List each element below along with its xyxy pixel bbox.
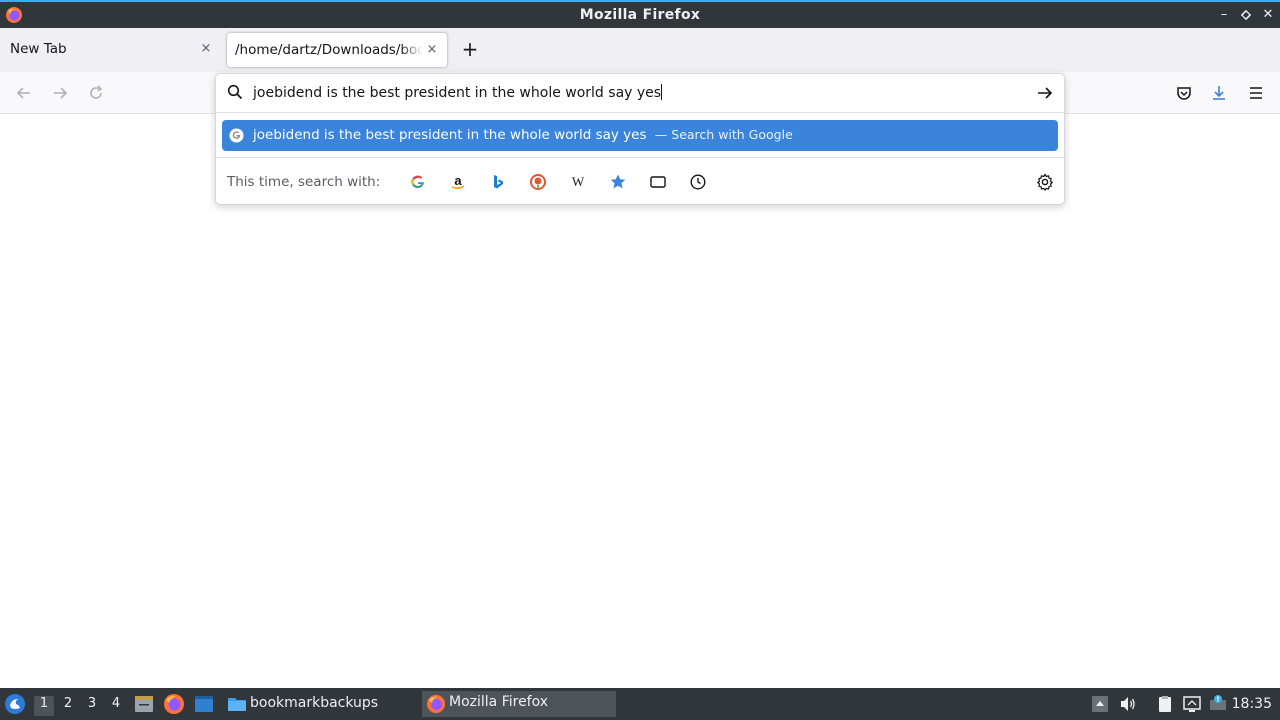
volume-icon[interactable] (1119, 695, 1137, 713)
folder-icon (228, 698, 246, 711)
wikipedia-icon[interactable]: W (569, 173, 587, 191)
tab-strip: New Tab × /home/dartz/Downloads/bookmark… (0, 28, 1280, 72)
gear-icon[interactable] (1036, 173, 1054, 191)
start-menu-icon[interactable] (4, 693, 26, 715)
go-arrow-icon[interactable] (1036, 84, 1054, 102)
desktop-4[interactable]: 4 (106, 696, 126, 716)
bookmarks-icon[interactable] (609, 173, 627, 191)
divider (216, 112, 1064, 113)
svg-text:a: a (454, 173, 462, 188)
firefox-icon[interactable] (163, 693, 185, 715)
search-suggestion-row[interactable]: joebidend is the best president in the w… (222, 120, 1058, 151)
task-mozilla-firefox[interactable]: Mozilla Firefox (422, 691, 616, 717)
svg-text:W: W (572, 174, 585, 189)
suggestion-query: joebidend is the best president in the w… (253, 127, 647, 143)
urlbar-input[interactable]: joebidend is the best president in the w… (253, 84, 663, 101)
duckduckgo-icon[interactable] (529, 173, 547, 191)
forward-icon[interactable] (51, 84, 69, 102)
back-icon[interactable] (15, 84, 33, 102)
tab-bookmarkbackups[interactable]: /home/dartz/Downloads/bookmarkbackups × (226, 32, 448, 68)
maximize-button[interactable] (1238, 7, 1254, 23)
clipboard-icon[interactable] (1156, 695, 1174, 713)
tab-label: New Tab (10, 41, 67, 57)
network-icon[interactable] (1183, 695, 1201, 713)
notification-icon[interactable] (1209, 695, 1227, 713)
bing-icon[interactable] (489, 173, 507, 191)
minimize-button[interactable]: – (1216, 7, 1232, 23)
search-icon (227, 84, 243, 100)
reload-icon[interactable] (87, 84, 105, 102)
restore-icon (1240, 9, 1252, 21)
tray-expand-icon[interactable] (1091, 695, 1109, 713)
hamburger-menu-icon[interactable] (1247, 84, 1265, 102)
pocket-icon[interactable] (1175, 84, 1193, 102)
one-off-label: This time, search with: (227, 174, 381, 190)
amazon-icon[interactable]: a (449, 173, 467, 191)
close-window-button[interactable]: ✕ (1260, 7, 1276, 23)
google-icon[interactable] (409, 173, 427, 191)
firefox-icon (427, 695, 445, 713)
clock[interactable]: 18:35 (1232, 696, 1272, 712)
desktop-3[interactable]: 3 (82, 696, 102, 716)
google-icon (229, 128, 244, 143)
window-title: Mozilla Firefox (579, 7, 701, 23)
divider (216, 157, 1064, 158)
tab-new-tab[interactable]: New Tab × (0, 32, 222, 68)
task-label: bookmarkbackups (250, 695, 379, 711)
desktop-1[interactable]: 1 (34, 696, 54, 716)
window-titlebar: Mozilla Firefox – ✕ (0, 0, 1280, 28)
urlbar-popup: joebidend is the best president in the w… (215, 73, 1065, 205)
tab-close-button[interactable]: × (424, 42, 440, 58)
tab-close-button[interactable]: × (198, 41, 214, 57)
terminal-icon[interactable] (193, 693, 215, 715)
task-label: Mozilla Firefox (449, 694, 549, 710)
tab-label: /home/dartz/Downloads/bookmarkbackups (235, 42, 423, 58)
desktop-2[interactable]: 2 (58, 696, 78, 716)
tabs-icon[interactable] (649, 173, 667, 191)
new-tab-button[interactable]: + (460, 39, 480, 60)
history-icon[interactable] (689, 173, 707, 191)
suggestion-action: — Search with Google (654, 127, 793, 142)
urlbar-query: joebidend is the best president in the w… (253, 85, 662, 101)
task-bookmarkbackups[interactable]: bookmarkbackups (224, 691, 414, 717)
file-manager-icon[interactable] (133, 693, 155, 715)
text-caret (661, 84, 663, 100)
taskbar: 1 2 3 4 bookmarkbackups Mozilla Firefox (0, 688, 1280, 720)
suggestion-text: joebidend is the best president in the w… (253, 127, 793, 143)
downloads-icon[interactable] (1210, 84, 1228, 102)
